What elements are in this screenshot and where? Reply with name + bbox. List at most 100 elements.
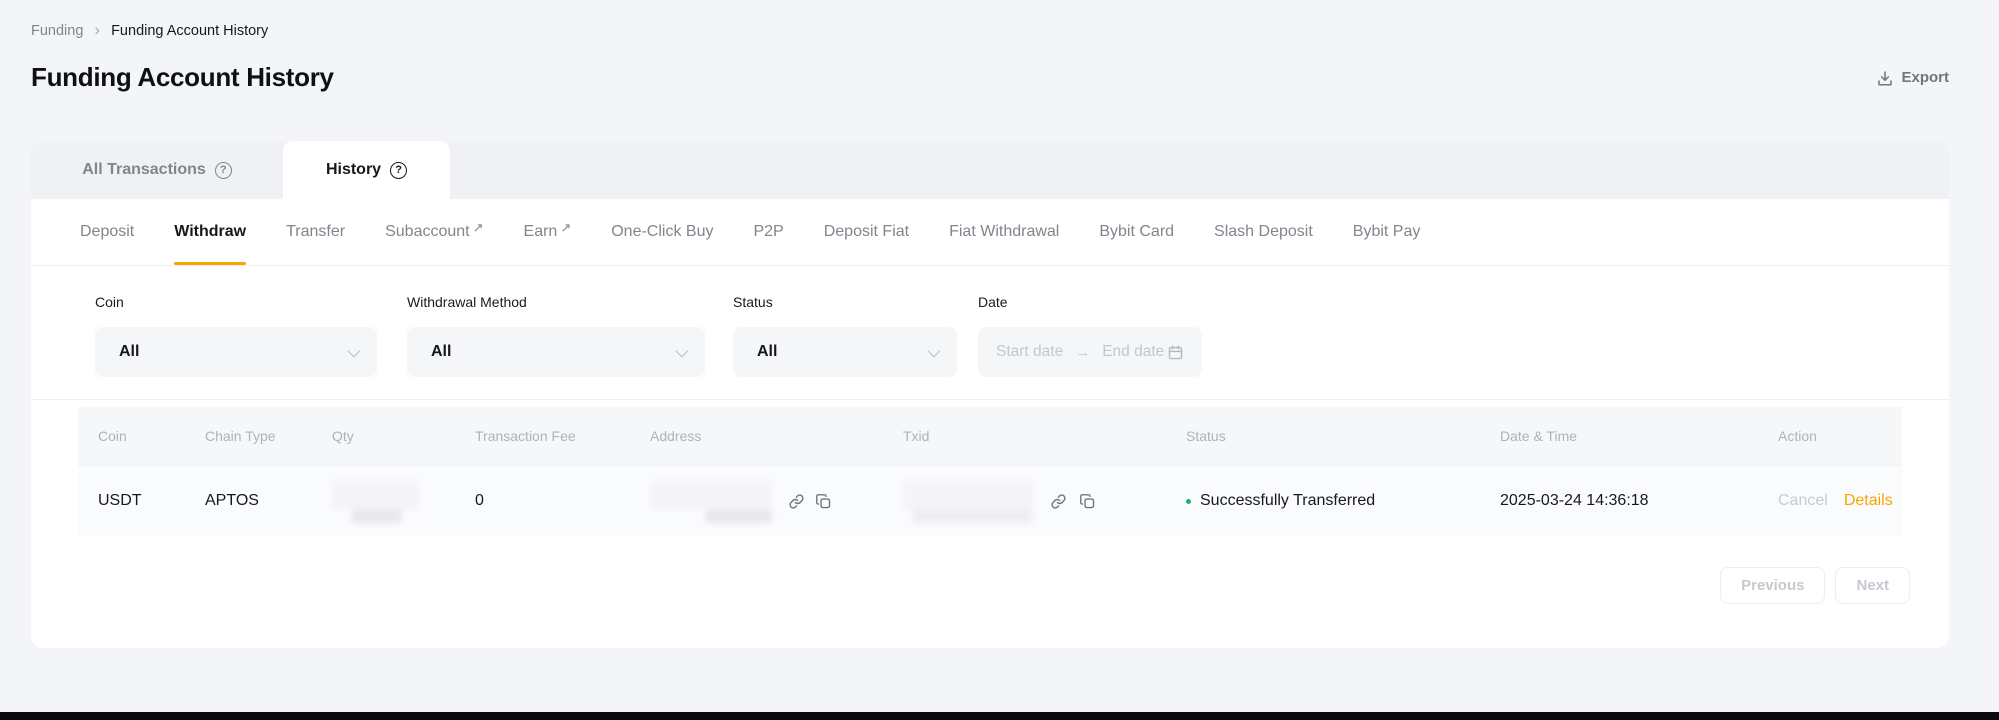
date-filter-group: Date Start date → End date bbox=[978, 294, 1202, 377]
filter-bar: Coin All Withdrawal Method All Status Al… bbox=[31, 266, 1949, 400]
help-icon[interactable]: ? bbox=[215, 162, 232, 179]
col-header-action: Action bbox=[1778, 428, 1902, 444]
subtab-deposit[interactable]: Deposit bbox=[80, 199, 134, 265]
address-copy-icon[interactable] bbox=[815, 493, 832, 510]
subtab-label: Bybit Pay bbox=[1353, 223, 1421, 241]
subtab-p2p[interactable]: P2P bbox=[753, 199, 783, 265]
status-filter-label: Status bbox=[733, 294, 957, 310]
tab-all-transactions-label: All Transactions bbox=[82, 161, 206, 179]
subtab-label: Bybit Card bbox=[1099, 223, 1174, 241]
external-link-icon: ↗ bbox=[560, 220, 571, 236]
subtab-label: Slash Deposit bbox=[1214, 223, 1313, 241]
title-row: Funding Account History Export bbox=[31, 62, 1949, 93]
status-filter-select[interactable]: All bbox=[733, 327, 957, 377]
chevron-down-icon bbox=[676, 344, 689, 357]
funding-history-card: All Transactions ? History ? Deposit Wit… bbox=[31, 141, 1949, 648]
col-header-chain-type: Chain Type bbox=[205, 428, 332, 444]
primary-tabstrip: All Transactions ? History ? bbox=[31, 141, 1949, 199]
col-header-qty: Qty bbox=[332, 428, 475, 444]
cancel-action[interactable]: Cancel bbox=[1778, 492, 1828, 510]
tab-history-label: History bbox=[326, 161, 381, 179]
cell-coin: USDT bbox=[98, 492, 205, 510]
coin-filter-group: Coin All bbox=[95, 294, 377, 377]
col-header-date-time: Date & Time bbox=[1500, 428, 1778, 444]
subtab-bybit-card[interactable]: Bybit Card bbox=[1099, 199, 1174, 265]
external-link-icon: ↗ bbox=[473, 220, 484, 236]
cell-address bbox=[650, 480, 903, 523]
table-row: USDT APTOS 0 bbox=[78, 465, 1902, 536]
redacted-blur bbox=[913, 509, 1032, 523]
subtab-withdraw[interactable]: Withdraw bbox=[174, 199, 246, 265]
tab-history[interactable]: History ? bbox=[283, 141, 450, 199]
subtab-bybit-pay[interactable]: Bybit Pay bbox=[1353, 199, 1421, 265]
status-dot-icon bbox=[1186, 499, 1191, 504]
cell-date-time: 2025-03-24 14:36:18 bbox=[1500, 492, 1778, 510]
subtab-label: Earn bbox=[524, 223, 558, 241]
subtab-label: Fiat Withdrawal bbox=[949, 223, 1059, 241]
breadcrumb-current: Funding Account History bbox=[111, 23, 268, 39]
pagination: Previous Next bbox=[31, 567, 1910, 604]
subtab-label: Withdraw bbox=[174, 223, 246, 241]
start-date-input[interactable]: Start date bbox=[996, 343, 1063, 361]
status-text: Successfully Transferred bbox=[1200, 492, 1375, 510]
cell-transaction-fee: 0 bbox=[475, 492, 650, 510]
subtab-label: Subaccount bbox=[385, 223, 470, 241]
status-filter-group: Status All bbox=[733, 294, 957, 377]
coin-filter-select[interactable]: All bbox=[95, 327, 377, 377]
status-filter-value: All bbox=[757, 343, 777, 361]
address-link-icon[interactable] bbox=[788, 493, 805, 510]
col-header-status: Status bbox=[1186, 428, 1500, 444]
coin-filter-label: Coin bbox=[95, 294, 377, 310]
date-range-picker[interactable]: Start date → End date bbox=[978, 327, 1202, 377]
secondary-tabstrip: Deposit Withdraw Transfer Subaccount↗ Ea… bbox=[31, 199, 1949, 266]
cell-txid bbox=[903, 480, 1186, 523]
subtab-subaccount[interactable]: Subaccount↗ bbox=[385, 199, 483, 265]
subtab-transfer[interactable]: Transfer bbox=[286, 199, 345, 265]
col-header-address: Address bbox=[650, 428, 903, 444]
cell-qty-redacted bbox=[332, 480, 475, 523]
subtab-label: Transfer bbox=[286, 223, 345, 241]
redacted-blur bbox=[705, 509, 772, 523]
chevron-down-icon bbox=[928, 344, 941, 357]
coin-filter-value: All bbox=[119, 343, 139, 361]
subtab-slash-deposit[interactable]: Slash Deposit bbox=[1214, 199, 1313, 265]
redacted-blur bbox=[332, 480, 419, 510]
calendar-icon[interactable] bbox=[1167, 344, 1184, 361]
cell-action: Cancel Details bbox=[1778, 492, 1902, 510]
subtab-label: Deposit Fiat bbox=[824, 223, 909, 241]
details-action[interactable]: Details bbox=[1844, 492, 1893, 510]
col-header-txid: Txid bbox=[903, 428, 1186, 444]
subtab-earn[interactable]: Earn↗ bbox=[524, 199, 572, 265]
txid-link-icon[interactable] bbox=[1050, 493, 1067, 510]
help-icon[interactable]: ? bbox=[390, 162, 407, 179]
export-button[interactable]: Export bbox=[1876, 69, 1949, 87]
subtab-label: Deposit bbox=[80, 223, 134, 241]
page-title: Funding Account History bbox=[31, 62, 334, 93]
date-filter-label: Date bbox=[978, 294, 1202, 310]
breadcrumb-separator-icon: › bbox=[94, 21, 100, 40]
tab-all-transactions[interactable]: All Transactions ? bbox=[31, 141, 283, 199]
cell-status: Successfully Transferred bbox=[1186, 492, 1500, 510]
withdrawal-method-filter-value: All bbox=[431, 343, 451, 361]
col-header-transaction-fee: Transaction Fee bbox=[475, 428, 650, 444]
chevron-down-icon bbox=[348, 344, 361, 357]
withdrawal-method-filter-label: Withdrawal Method bbox=[407, 294, 705, 310]
export-label: Export bbox=[1901, 69, 1949, 86]
previous-page-button[interactable]: Previous bbox=[1720, 567, 1825, 604]
date-range-arrow-icon: → bbox=[1075, 344, 1090, 361]
history-table: Coin Chain Type Qty Transaction Fee Addr… bbox=[78, 407, 1902, 536]
subtab-deposit-fiat[interactable]: Deposit Fiat bbox=[824, 199, 909, 265]
next-page-button[interactable]: Next bbox=[1835, 567, 1910, 604]
redacted-blur bbox=[352, 509, 402, 523]
subtab-one-click-buy[interactable]: One-Click Buy bbox=[611, 199, 713, 265]
redacted-blur bbox=[650, 480, 772, 510]
withdrawal-method-filter-select[interactable]: All bbox=[407, 327, 705, 377]
subtab-label: One-Click Buy bbox=[611, 223, 713, 241]
subtab-label: P2P bbox=[753, 223, 783, 241]
breadcrumb-funding-link[interactable]: Funding bbox=[31, 23, 83, 39]
end-date-input[interactable]: End date bbox=[1102, 343, 1164, 361]
subtab-fiat-withdrawal[interactable]: Fiat Withdrawal bbox=[949, 199, 1059, 265]
col-header-coin: Coin bbox=[98, 428, 205, 444]
txid-copy-icon[interactable] bbox=[1079, 493, 1096, 510]
redacted-blur bbox=[903, 480, 1034, 510]
